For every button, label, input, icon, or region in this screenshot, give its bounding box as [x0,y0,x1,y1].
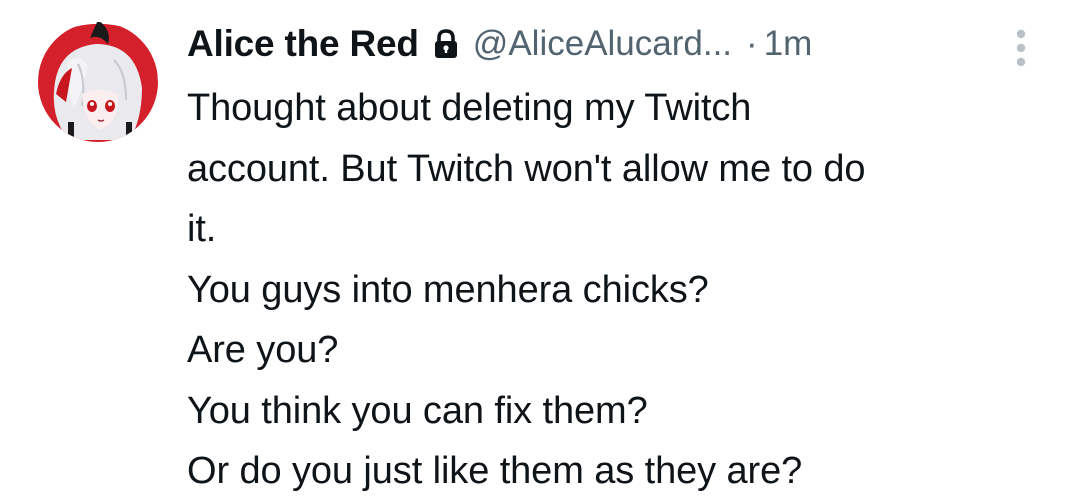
author-handle[interactable]: @AliceAlucard... [473,24,732,64]
lock-icon [433,29,459,59]
display-name[interactable]: Alice the Red [187,23,419,65]
tweet[interactable]: Alice the Red @AliceAlucard... · 1m Thou… [0,0,1080,502]
avatar[interactable] [38,22,158,142]
tweet-header: Alice the Red @AliceAlucard... · 1m [187,18,1047,70]
more-vertical-icon[interactable] [1008,26,1034,72]
tweet-text-line: Are you? [187,329,339,371]
timestamp[interactable]: 1m [764,24,813,64]
avatar-image [38,22,158,142]
tweet-text-line: Thought about deleting my Twitch [187,87,752,129]
header-separator: · [746,24,758,63]
tweet-text-line: You think you can fix them? [187,389,648,432]
tweet-text-line: it. [187,208,217,250]
tweet-text-line: account. But Twitch won't allow me to do [187,147,866,190]
tweet-text: Thought about deleting my Twitch account… [187,78,1047,502]
tweet-text-line: You guys into menhera chicks? [187,268,709,311]
tweet-text-line: Or do you just like them as they are? [187,450,803,492]
